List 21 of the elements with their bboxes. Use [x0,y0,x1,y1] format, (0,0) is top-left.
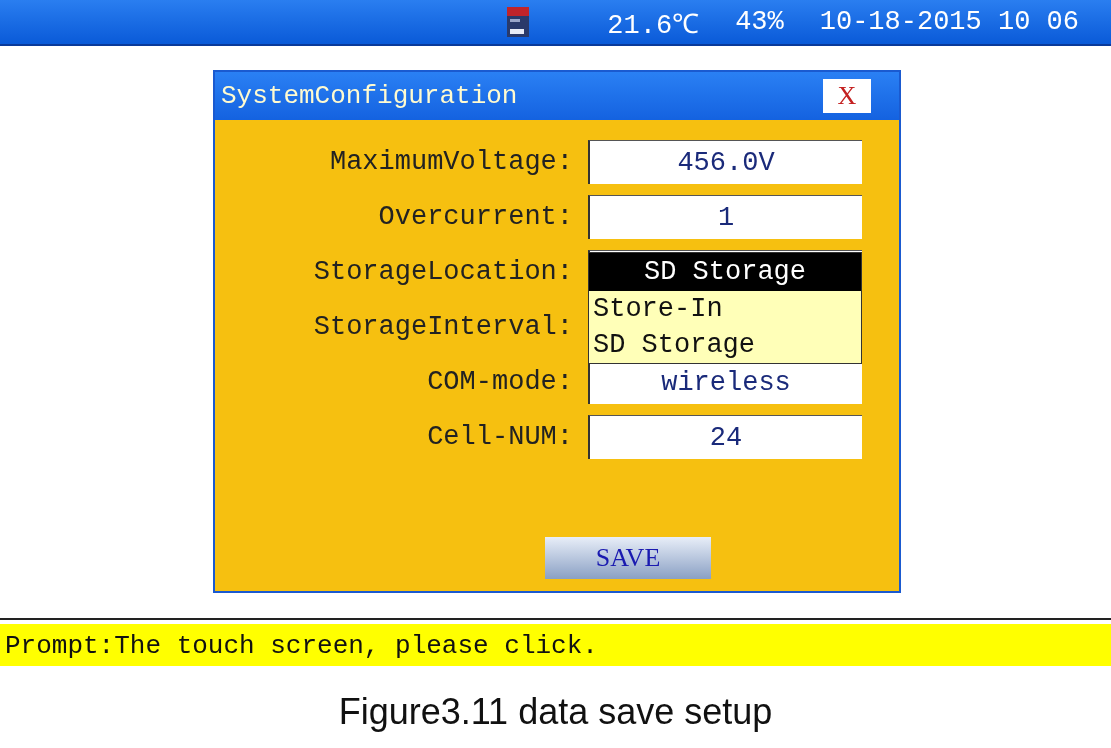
save-button[interactable]: SAVE [545,537,711,579]
input-field[interactable]: 456.0V [588,140,862,184]
prompt-bar: Prompt:The touch screen, please click. [0,624,1111,666]
humidity-reading: 43% [735,7,784,37]
field-label: Overcurrent: [377,202,574,232]
dialog-title: SystemConfiguration [221,81,518,111]
field-label: COM-mode: [426,367,574,397]
field-label: StorageInterval: [312,312,574,342]
input-field[interactable]: 24 [588,415,862,459]
input-field[interactable]: 1 [588,195,862,239]
field-label: MaximumVoltage: [328,147,574,177]
close-button[interactable]: X [823,79,871,113]
sd-card-icon [507,7,530,37]
field-label: StorageLocation: [312,257,574,287]
dropdown-option[interactable]: SD Storage [589,327,861,363]
temperature-reading: 21.6℃ [607,9,700,41]
date-time: 10-18-2015 10 06 [819,7,1079,37]
figure-caption: Figure3.11 data save setup [337,690,774,734]
field-label: Cell-NUM: [426,422,574,452]
dropdown-option[interactable]: Store-In [589,291,861,327]
dropdown-selected-value[interactable]: SD Storage [589,253,861,291]
